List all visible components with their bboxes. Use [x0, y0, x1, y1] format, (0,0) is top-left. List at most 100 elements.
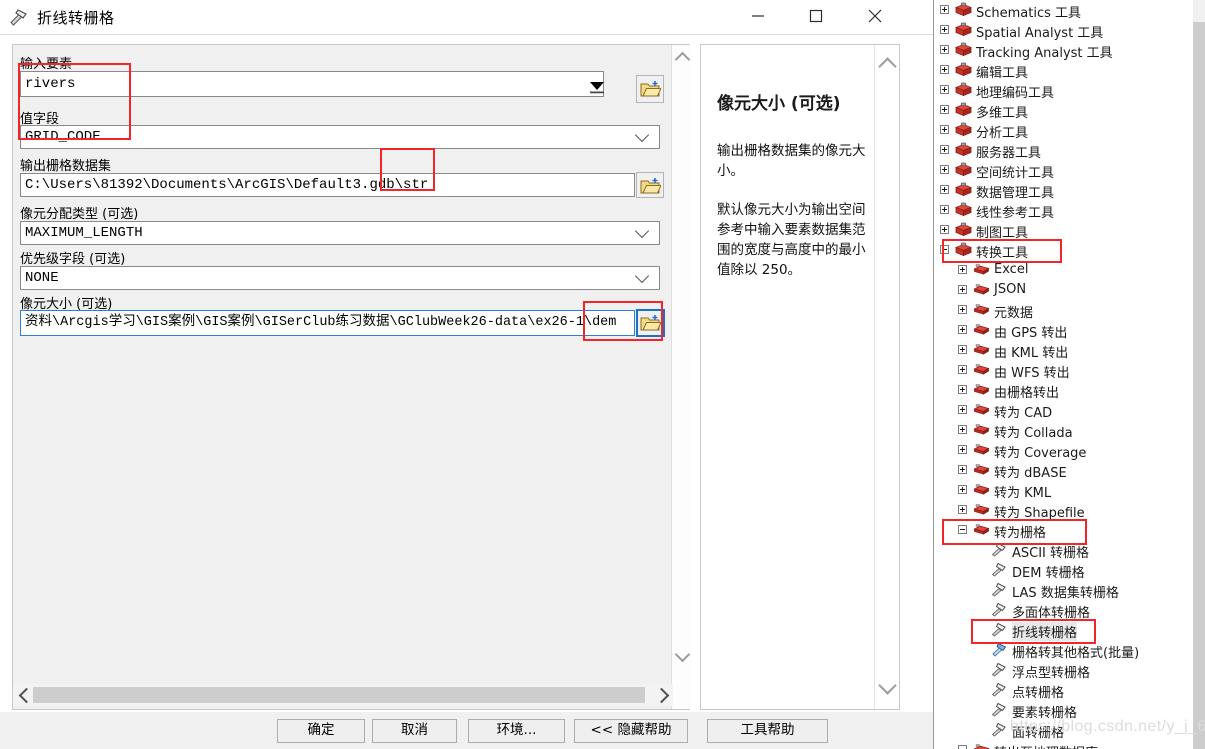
- tree-item-label[interactable]: 栅格转其他格式(批量): [1012, 642, 1139, 661]
- tree-row[interactable]: 转为 dBASE: [935, 460, 1190, 481]
- expand-plus-icon[interactable]: [958, 485, 967, 494]
- tree-row[interactable]: ASCII 转栅格: [935, 540, 1190, 561]
- tree-item-label[interactable]: 点转栅格: [1012, 682, 1064, 701]
- priority-field-dropdown[interactable]: NONE: [20, 266, 660, 290]
- tree-item-label[interactable]: Excel: [994, 262, 1028, 277]
- tree-row[interactable]: 转为 CAD: [935, 400, 1190, 421]
- tree-row[interactable]: 多维工具: [935, 100, 1190, 121]
- expand-plus-icon[interactable]: [940, 145, 949, 154]
- tree-item-label[interactable]: 元数据: [994, 302, 1033, 321]
- tree-row[interactable]: Spatial Analyst 工具: [935, 20, 1190, 41]
- tree-item-label[interactable]: 空间统计工具: [976, 162, 1054, 181]
- tree-item-label[interactable]: 由 KML 转出: [994, 342, 1068, 361]
- collapse-minus-icon[interactable]: [958, 525, 967, 534]
- tree-row[interactable]: 线性参考工具: [935, 200, 1190, 221]
- tree-item-label[interactable]: Schematics 工具: [976, 2, 1081, 21]
- tree-item-label[interactable]: 转为 CAD: [994, 402, 1052, 421]
- minimize-button[interactable]: [735, 0, 781, 32]
- tree-row[interactable]: 服务器工具: [935, 140, 1190, 161]
- tree-item-label[interactable]: 地理编码工具: [976, 82, 1054, 101]
- tree-item-label[interactable]: 转出至地理数据库: [994, 742, 1098, 749]
- tree-row[interactable]: LAS 数据集转栅格: [935, 580, 1190, 601]
- expand-plus-icon[interactable]: [940, 205, 949, 214]
- expand-plus-icon[interactable]: [940, 105, 949, 114]
- tree-row[interactable]: 数据管理工具: [935, 180, 1190, 201]
- tree-item-label[interactable]: 折线转栅格: [1012, 622, 1078, 641]
- cell-size-textbox[interactable]: 资料\Arcgis学习\GIS案例\GIS案例\GISerClub练习数据\GC…: [20, 310, 635, 336]
- expand-plus-icon[interactable]: [958, 505, 967, 514]
- collapse-minus-icon[interactable]: [940, 245, 949, 254]
- tree-row[interactable]: Tracking Analyst 工具: [935, 40, 1190, 61]
- tree-row[interactable]: 由 GPS 转出: [935, 320, 1190, 341]
- tree-row[interactable]: 空间统计工具: [935, 160, 1190, 181]
- expand-plus-icon[interactable]: [940, 65, 949, 74]
- scroll-up-button[interactable]: [672, 45, 692, 68]
- expand-plus-icon[interactable]: [958, 285, 967, 294]
- tree-row[interactable]: 栅格转其他格式(批量): [935, 640, 1190, 661]
- expand-plus-icon[interactable]: [940, 125, 949, 134]
- tree-row[interactable]: 要素转栅格: [935, 700, 1190, 721]
- tree-item-label[interactable]: JSON: [994, 282, 1026, 297]
- expand-plus-icon[interactable]: [940, 85, 949, 94]
- help-vertical-scrollbar[interactable]: [874, 45, 898, 709]
- scroll-right-button[interactable]: [653, 687, 670, 704]
- tree-row[interactable]: 转为 Coverage: [935, 440, 1190, 461]
- tree-item-label[interactable]: 转为 KML: [994, 482, 1051, 501]
- tree-item-label[interactable]: 编辑工具: [976, 62, 1028, 81]
- tree-item-label[interactable]: 转为 Shapefile: [994, 502, 1085, 521]
- tree-item-label[interactable]: 多面体转栅格: [1012, 602, 1090, 621]
- tree-row[interactable]: DEM 转栅格: [935, 560, 1190, 581]
- tree-item-label[interactable]: ASCII 转栅格: [1012, 542, 1089, 561]
- expand-plus-icon[interactable]: [958, 345, 967, 354]
- ok-button[interactable]: 确定: [277, 719, 365, 743]
- cancel-button[interactable]: 取消: [372, 719, 457, 743]
- catalog-vertical-scrollbar[interactable]: [1190, 0, 1205, 749]
- tree-row[interactable]: 转为栅格: [935, 520, 1190, 541]
- expand-plus-icon[interactable]: [958, 445, 967, 454]
- tree-row[interactable]: 制图工具: [935, 220, 1190, 241]
- tree-row[interactable]: 分析工具: [935, 120, 1190, 141]
- tree-item-label[interactable]: DEM 转栅格: [1012, 562, 1085, 581]
- collapse-minus-icon[interactable]: [958, 745, 967, 749]
- browse-output-raster-button[interactable]: [636, 172, 664, 198]
- tree-item-label[interactable]: 转为 dBASE: [994, 462, 1067, 481]
- tree-item-label[interactable]: 多维工具: [976, 102, 1028, 121]
- expand-plus-icon[interactable]: [940, 185, 949, 194]
- tree-item-label[interactable]: 转换工具: [976, 242, 1028, 261]
- output-raster-textbox[interactable]: C:\Users\81392\Documents\ArcGIS\Default3…: [20, 173, 635, 197]
- expand-plus-icon[interactable]: [940, 45, 949, 54]
- tree-item-label[interactable]: Tracking Analyst 工具: [976, 42, 1113, 61]
- hide-help-button[interactable]: << 隐藏帮助: [574, 719, 688, 743]
- tree-row[interactable]: 元数据: [935, 300, 1190, 321]
- tree-row[interactable]: Excel: [935, 260, 1190, 280]
- expand-plus-icon[interactable]: [958, 405, 967, 414]
- tree-row[interactable]: 转为 KML: [935, 480, 1190, 501]
- toolbox-tree[interactable]: Schematics 工具 Spatial Analyst 工具 Tracking …: [935, 0, 1190, 749]
- tree-item-label[interactable]: 数据管理工具: [976, 182, 1054, 201]
- tree-row[interactable]: 编辑工具: [935, 60, 1190, 81]
- browse-cell-size-button[interactable]: [636, 309, 665, 337]
- value-field-dropdown[interactable]: GRID_CODE: [20, 125, 660, 149]
- tree-row[interactable]: 由 WFS 转出: [935, 360, 1190, 381]
- tree-item-label[interactable]: LAS 数据集转栅格: [1012, 582, 1119, 601]
- tree-row[interactable]: Schematics 工具: [935, 0, 1190, 21]
- tree-row[interactable]: JSON: [935, 280, 1190, 300]
- tree-row[interactable]: 转为 Collada: [935, 420, 1190, 441]
- tree-row[interactable]: 浮点型转栅格: [935, 660, 1190, 681]
- tree-row[interactable]: 地理编码工具: [935, 80, 1190, 101]
- catalog-scroll-thumb[interactable]: [1193, 22, 1205, 749]
- tree-item-label[interactable]: 由栅格转出: [994, 382, 1059, 401]
- expand-plus-icon[interactable]: [940, 5, 949, 14]
- parameters-horizontal-scrollbar[interactable]: [13, 684, 673, 706]
- cell-assignment-type-dropdown[interactable]: MAXIMUM_LENGTH: [20, 221, 660, 245]
- tree-item-label[interactable]: 浮点型转栅格: [1012, 662, 1090, 681]
- input-features-combobox[interactable]: rivers: [20, 71, 604, 97]
- tree-item-label[interactable]: 转为 Collada: [994, 422, 1073, 441]
- expand-plus-icon[interactable]: [940, 25, 949, 34]
- close-button[interactable]: [852, 0, 898, 32]
- combobox-arrow-icon[interactable]: [589, 80, 605, 97]
- tree-item-label[interactable]: 转为 Coverage: [994, 442, 1086, 461]
- help-scroll-down-button[interactable]: [877, 676, 897, 699]
- expand-plus-icon[interactable]: [958, 425, 967, 434]
- tree-row[interactable]: 由栅格转出: [935, 380, 1190, 401]
